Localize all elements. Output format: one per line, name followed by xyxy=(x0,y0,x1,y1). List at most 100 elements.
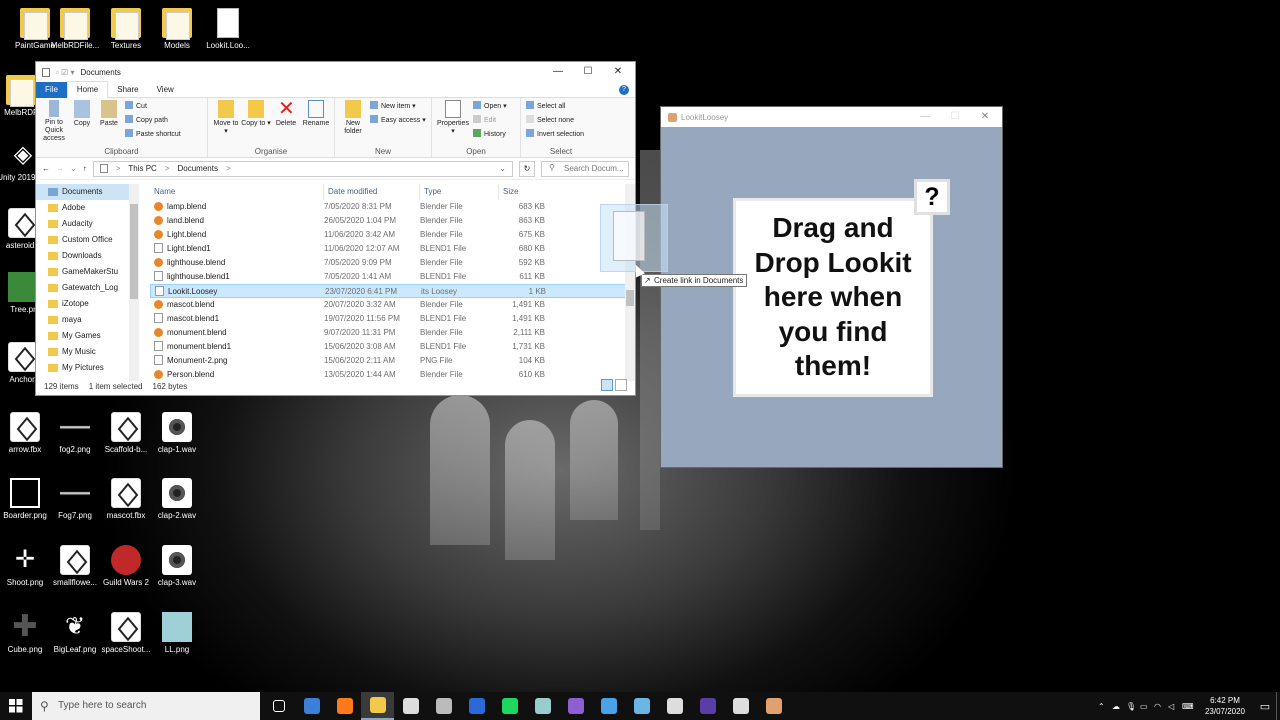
paste-button[interactable]: Paste xyxy=(95,100,123,143)
lookit-window[interactable]: LookitLoosey — ☐ ✕ Drag and Drop Lookit … xyxy=(660,106,1003,468)
file-row[interactable]: mascot.blend 20/07/2020 3:32 AM Blender Fi… xyxy=(150,298,628,312)
history-button[interactable]: History xyxy=(473,128,507,142)
copy-button[interactable]: Copy xyxy=(69,100,95,143)
breadcrumb-documents[interactable]: Documents xyxy=(178,164,218,173)
details-view-icon[interactable] xyxy=(601,379,613,391)
column-name[interactable]: Name xyxy=(150,184,324,200)
nav-item[interactable]: Documents xyxy=(36,184,138,200)
taskbar-app-app-purple[interactable] xyxy=(691,692,724,720)
onedrive-icon[interactable]: ☁ xyxy=(1112,702,1126,711)
nav-item[interactable]: maya xyxy=(36,312,138,328)
lookit-titlebar[interactable]: LookitLoosey — ☐ ✕ xyxy=(661,107,1002,127)
taskbar-app-file-explorer[interactable] xyxy=(361,692,394,720)
back-icon[interactable]: ← xyxy=(42,164,50,173)
rename-button[interactable]: Rename xyxy=(301,100,331,143)
invert-selection-button[interactable]: Invert selection xyxy=(526,128,584,142)
close-button[interactable]: ✕ xyxy=(603,62,633,82)
nav-item[interactable]: My Pictures xyxy=(36,360,138,376)
file-row[interactable]: Light.blend 11/06/2020 3:42 AM Blender Fil… xyxy=(150,228,628,242)
taskbar-app-firefox[interactable] xyxy=(328,692,361,720)
lookit-maximize-button[interactable]: ☐ xyxy=(940,107,970,127)
file-explorer-window[interactable]: ▫ ☑ ▾ Documents — ☐ ✕ File Home Share Vi… xyxy=(35,61,636,396)
help-icon[interactable]: ? xyxy=(619,84,629,95)
pin-quick-access-button[interactable]: Pin to Quick access xyxy=(39,100,69,143)
select-all-button[interactable]: Select all xyxy=(526,100,584,114)
file-row[interactable]: lighthouse.blend1 7/05/2020 1:41 AM BLEND1… xyxy=(150,270,628,284)
nav-item[interactable]: My Music xyxy=(36,344,138,360)
new-folder-button[interactable]: New folder xyxy=(338,100,368,143)
maximize-button[interactable]: ☐ xyxy=(573,62,603,82)
clock[interactable]: 6:42 PM 23/07/2020 xyxy=(1196,695,1254,717)
file-row[interactable]: land.blend 26/05/2020 1:04 PM Blender File… xyxy=(150,214,628,228)
taskbar-app-visual-studio[interactable] xyxy=(559,692,592,720)
file-row[interactable]: Light.blend1 11/06/2020 12:07 AM BLEND1 Fi… xyxy=(150,242,628,256)
taskbar-app-lookit-app[interactable] xyxy=(757,692,790,720)
taskbar-app-photos[interactable] xyxy=(526,692,559,720)
nav-item[interactable]: Downloads xyxy=(36,248,138,264)
taskbar-app-unity[interactable] xyxy=(394,692,427,720)
notifications-icon[interactable]: ▭ xyxy=(1254,700,1276,713)
start-button[interactable] xyxy=(0,692,32,720)
tab-share[interactable]: Share xyxy=(108,82,147,98)
volume-icon[interactable]: ◁ xyxy=(1168,702,1182,711)
address-bar[interactable]: > This PC > Documents > ⌄ xyxy=(92,160,513,177)
tab-home[interactable]: Home xyxy=(66,81,109,98)
help-button[interactable]: ? xyxy=(914,179,950,215)
column-date-modified[interactable]: Date modified xyxy=(324,184,420,200)
file-row[interactable]: lighthouse.blend 7/05/2020 9:09 PM Blender… xyxy=(150,256,628,270)
nav-scrollbar[interactable] xyxy=(129,184,139,381)
paste-shortcut-button[interactable]: Paste shortcut xyxy=(125,128,181,142)
delete-button[interactable]: ✕ Delete xyxy=(271,99,301,143)
desktop-icon[interactable]: clap-2.wav xyxy=(146,478,208,521)
taskbar-app-app-blue[interactable] xyxy=(592,692,625,720)
nav-item[interactable]: Audacity xyxy=(36,216,138,232)
nav-item[interactable]: GameMakerStu xyxy=(36,264,138,280)
desktop-icon[interactable]: clap-1.wav xyxy=(146,412,208,455)
lookit-close-button[interactable]: ✕ xyxy=(970,107,1000,127)
forward-icon[interactable]: → xyxy=(56,164,64,173)
column-type[interactable]: Type xyxy=(420,184,499,200)
desktop-icon[interactable]: LL.png xyxy=(146,612,208,655)
file-row[interactable]: Lookit.Loosey 23/07/2020 6:41 PM its Loose… xyxy=(150,284,628,298)
battery-icon[interactable]: ▭ xyxy=(1140,702,1154,711)
taskbar-app-task-view[interactable] xyxy=(262,692,295,720)
taskbar-search[interactable]: ⚲ Type here to search xyxy=(32,692,260,720)
drop-zone[interactable]: Drag and Drop Lookit here when you find … xyxy=(733,198,933,397)
refresh-icon[interactable]: ↻ xyxy=(519,160,535,177)
easy-access-button[interactable]: Easy access ▾ xyxy=(370,114,426,128)
taskbar-app-unity-2[interactable] xyxy=(658,692,691,720)
taskbar-app-spotify[interactable] xyxy=(493,692,526,720)
file-row[interactable]: mascot.blend1 19/07/2020 11:56 PM BLEND1 F… xyxy=(150,312,628,326)
explorer-titlebar[interactable]: ▫ ☑ ▾ Documents — ☐ ✕ xyxy=(36,62,635,82)
quick-access-toolbar[interactable]: ▫ ☑ ▾ xyxy=(56,68,74,77)
column-size[interactable]: Size xyxy=(499,184,545,200)
up-icon[interactable]: ↑ xyxy=(83,164,87,173)
recent-chevron-icon[interactable]: ⌄ xyxy=(70,164,77,173)
keyboard-icon[interactable]: ⌨ xyxy=(1182,702,1196,711)
microphone-icon[interactable]: 🎙 xyxy=(1126,702,1140,711)
copy-to-button[interactable]: Copy to ▾ xyxy=(241,100,271,143)
nav-item[interactable]: Gatewatch_Log xyxy=(36,280,138,296)
nav-item[interactable]: Custom Office xyxy=(36,232,138,248)
address-dropdown-icon[interactable]: ⌄ xyxy=(499,164,506,173)
file-row[interactable]: lamp.blend 7/05/2020 8:31 PM Blender File 6… xyxy=(150,200,628,214)
tab-view[interactable]: View xyxy=(148,82,183,98)
taskbar-app-unity-hub[interactable] xyxy=(427,692,460,720)
copy-path-button[interactable]: Copy path xyxy=(125,114,181,128)
tab-file[interactable]: File xyxy=(36,81,67,98)
large-icons-view-icon[interactable] xyxy=(615,379,627,391)
desktop-icon[interactable]: Lookit.Loo... xyxy=(197,8,259,51)
move-to-button[interactable]: Move to ▾ xyxy=(211,100,241,143)
taskbar-app-app-cyan[interactable] xyxy=(625,692,658,720)
edit-button[interactable]: Edit xyxy=(473,114,507,128)
desktop-icon[interactable]: clap-3.wav xyxy=(146,545,208,588)
new-item-button[interactable]: New item ▾ xyxy=(370,100,426,114)
wifi-icon[interactable]: ◠ xyxy=(1154,702,1168,711)
taskbar-app-maps[interactable] xyxy=(460,692,493,720)
lookit-minimize-button[interactable]: — xyxy=(910,107,940,127)
nav-item[interactable]: My Games xyxy=(36,328,138,344)
file-row[interactable]: monument.blend1 15/06/2020 3:08 AM BLEND1 … xyxy=(150,340,628,354)
nav-item[interactable]: Adobe xyxy=(36,200,138,216)
open-button[interactable]: Open ▾ xyxy=(473,100,507,114)
show-desktop-button[interactable] xyxy=(1276,692,1280,720)
